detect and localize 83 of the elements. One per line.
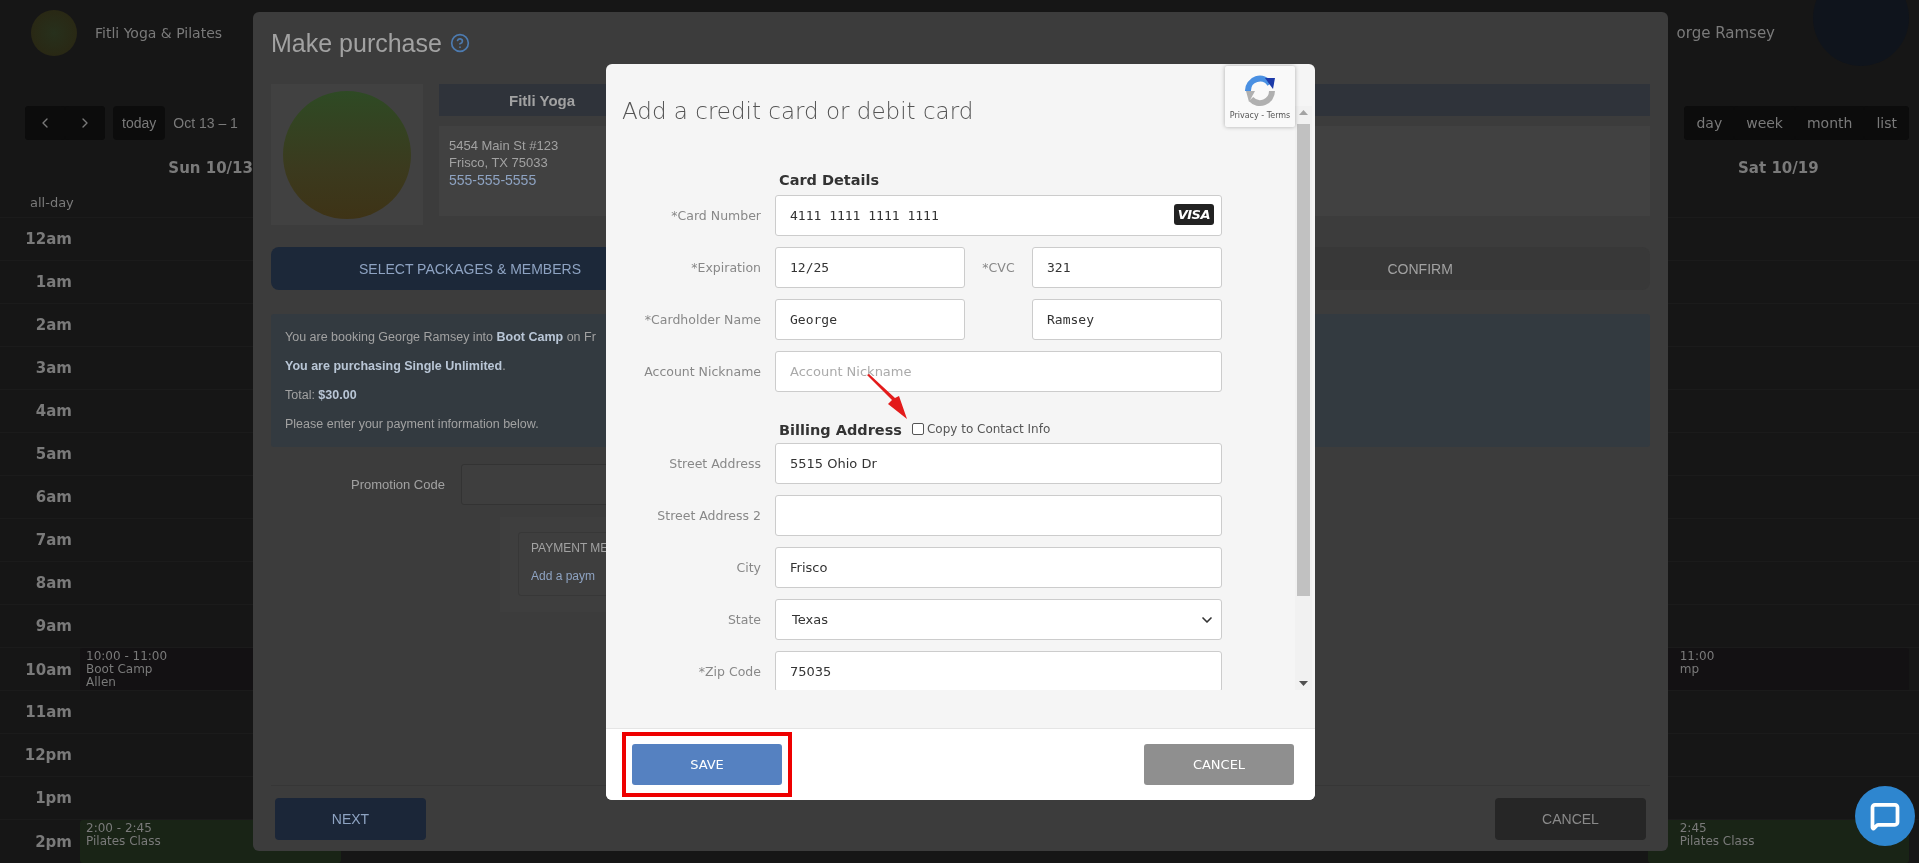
chat-button[interactable] (1855, 786, 1915, 846)
chat-bubble-icon (1870, 801, 1900, 831)
cancel-button[interactable]: CANCEL (1495, 797, 1646, 840)
hour-label: 12am (24, 230, 73, 248)
input-field[interactable]: 75035 (775, 651, 1222, 690)
field-label: *Zip Code (697, 664, 761, 679)
scroll-up-icon[interactable] (1299, 110, 1308, 115)
hour-label: 2am (34, 316, 73, 334)
hour-label: 4am (34, 402, 73, 420)
field-label: *CVC (981, 260, 1016, 275)
input-field[interactable]: 12/25 (775, 247, 965, 288)
privacy-terms-link[interactable]: Privacy - Terms (1229, 110, 1291, 120)
next-button[interactable]: NEXT (275, 797, 426, 840)
cancel-button[interactable]: CANCEL (1144, 744, 1294, 785)
help-icon[interactable] (449, 33, 470, 53)
all-day-label: all-day (30, 194, 74, 210)
checkbox[interactable] (911, 423, 924, 435)
day-header: Sun 10/13 (167, 159, 254, 177)
summary-line: You are booking George Ramsey into Boot Camp on Fr (285, 329, 596, 346)
scrollbar-thumb[interactable] (1297, 124, 1310, 596)
input-field[interactable]: George (775, 299, 965, 340)
event-text: Boot Camp (86, 663, 154, 676)
field-label: *Cardholder Name (643, 312, 761, 327)
summary-line: Please enter your payment information below. (285, 416, 539, 433)
field-label: City (735, 560, 761, 575)
studio-name: Fitli Yoga (509, 91, 576, 109)
hour-label: 11am (24, 703, 73, 721)
field-label: Account Nickname (643, 364, 761, 379)
hour-label: 7am (34, 531, 73, 549)
event-text: 11:00 (1678, 650, 1716, 663)
hour-label: 5am (34, 445, 73, 463)
input-field[interactable]: Ramsey (1032, 299, 1222, 340)
phone-link[interactable]: 555-555-5555 (449, 172, 537, 188)
checkbox-label[interactable]: Copy to Contact Info (926, 422, 1051, 436)
hour-label: 2pm (34, 832, 73, 851)
dialog-title: Make purchase (271, 28, 442, 58)
refresh-arrows-icon (1243, 73, 1277, 108)
input-field[interactable]: 5515 Ohio Dr (775, 443, 1222, 484)
today-button[interactable]: today (113, 106, 166, 140)
hour-label: 9am (34, 617, 73, 635)
input-field[interactable]: Account Nickname (775, 351, 1222, 392)
hour-label: 8am (34, 574, 73, 592)
dialog-title: Add a credit card or debit card (622, 97, 974, 126)
hour-label: 10am (24, 660, 73, 679)
add-payment-link[interactable]: Add a paym (531, 569, 596, 583)
field-label: State (726, 612, 761, 627)
hour-label: 6am (34, 488, 73, 506)
state-select[interactable]: Texas (775, 599, 1222, 640)
section-heading: Billing Address (779, 422, 902, 438)
section-heading: Card Details (779, 172, 880, 188)
day-header: Sat 10/19 (1737, 159, 1820, 177)
date-range: Oct 13 – 1 (173, 115, 238, 131)
hour-label: 12pm (23, 746, 73, 764)
event-text: Allen (86, 676, 117, 689)
save-button[interactable]: SAVE (632, 744, 782, 785)
summary-line: You are purchasing Single Unlimited. (285, 358, 506, 375)
field-label: Street Address 2 (656, 508, 761, 523)
scroll-down-icon[interactable] (1299, 681, 1308, 686)
event-text: 2:00 - 2:45 (86, 822, 153, 835)
event-text: Pilates Class (86, 835, 162, 848)
hour-label: 1pm (34, 789, 73, 807)
pointer-arrow (866, 374, 908, 420)
hour-label: 1am (34, 273, 73, 291)
field-label: Street Address (668, 456, 761, 471)
event-text: mp (1678, 663, 1700, 676)
event-text: Pilates Class (1678, 835, 1756, 848)
field-label: Promotion Code (351, 477, 445, 492)
field-label: *Card Number (670, 208, 761, 223)
address-line: 5454 Main St #123 (449, 138, 559, 153)
input-field[interactable]: 321 (1032, 247, 1222, 288)
input-field[interactable]: Frisco (775, 547, 1222, 588)
event-text: 2:45 (1678, 822, 1708, 835)
hour-label: 3am (34, 359, 73, 377)
summary-line: Total: $30.00 (285, 387, 357, 404)
input-field[interactable] (775, 495, 1222, 536)
user-name[interactable]: orge Ramsey (1676, 24, 1775, 42)
address-line: Frisco, TX 75033 (449, 155, 548, 170)
recaptcha-badge[interactable]: Privacy - Terms (1225, 66, 1295, 127)
card-brand-badge: VISA (1173, 204, 1214, 225)
studio-logo (31, 10, 77, 56)
event-text: 10:00 - 11:00 (86, 650, 169, 663)
studio-name: Fitli Yoga & Pilates (95, 25, 223, 41)
scrollbar[interactable] (1295, 106, 1312, 690)
